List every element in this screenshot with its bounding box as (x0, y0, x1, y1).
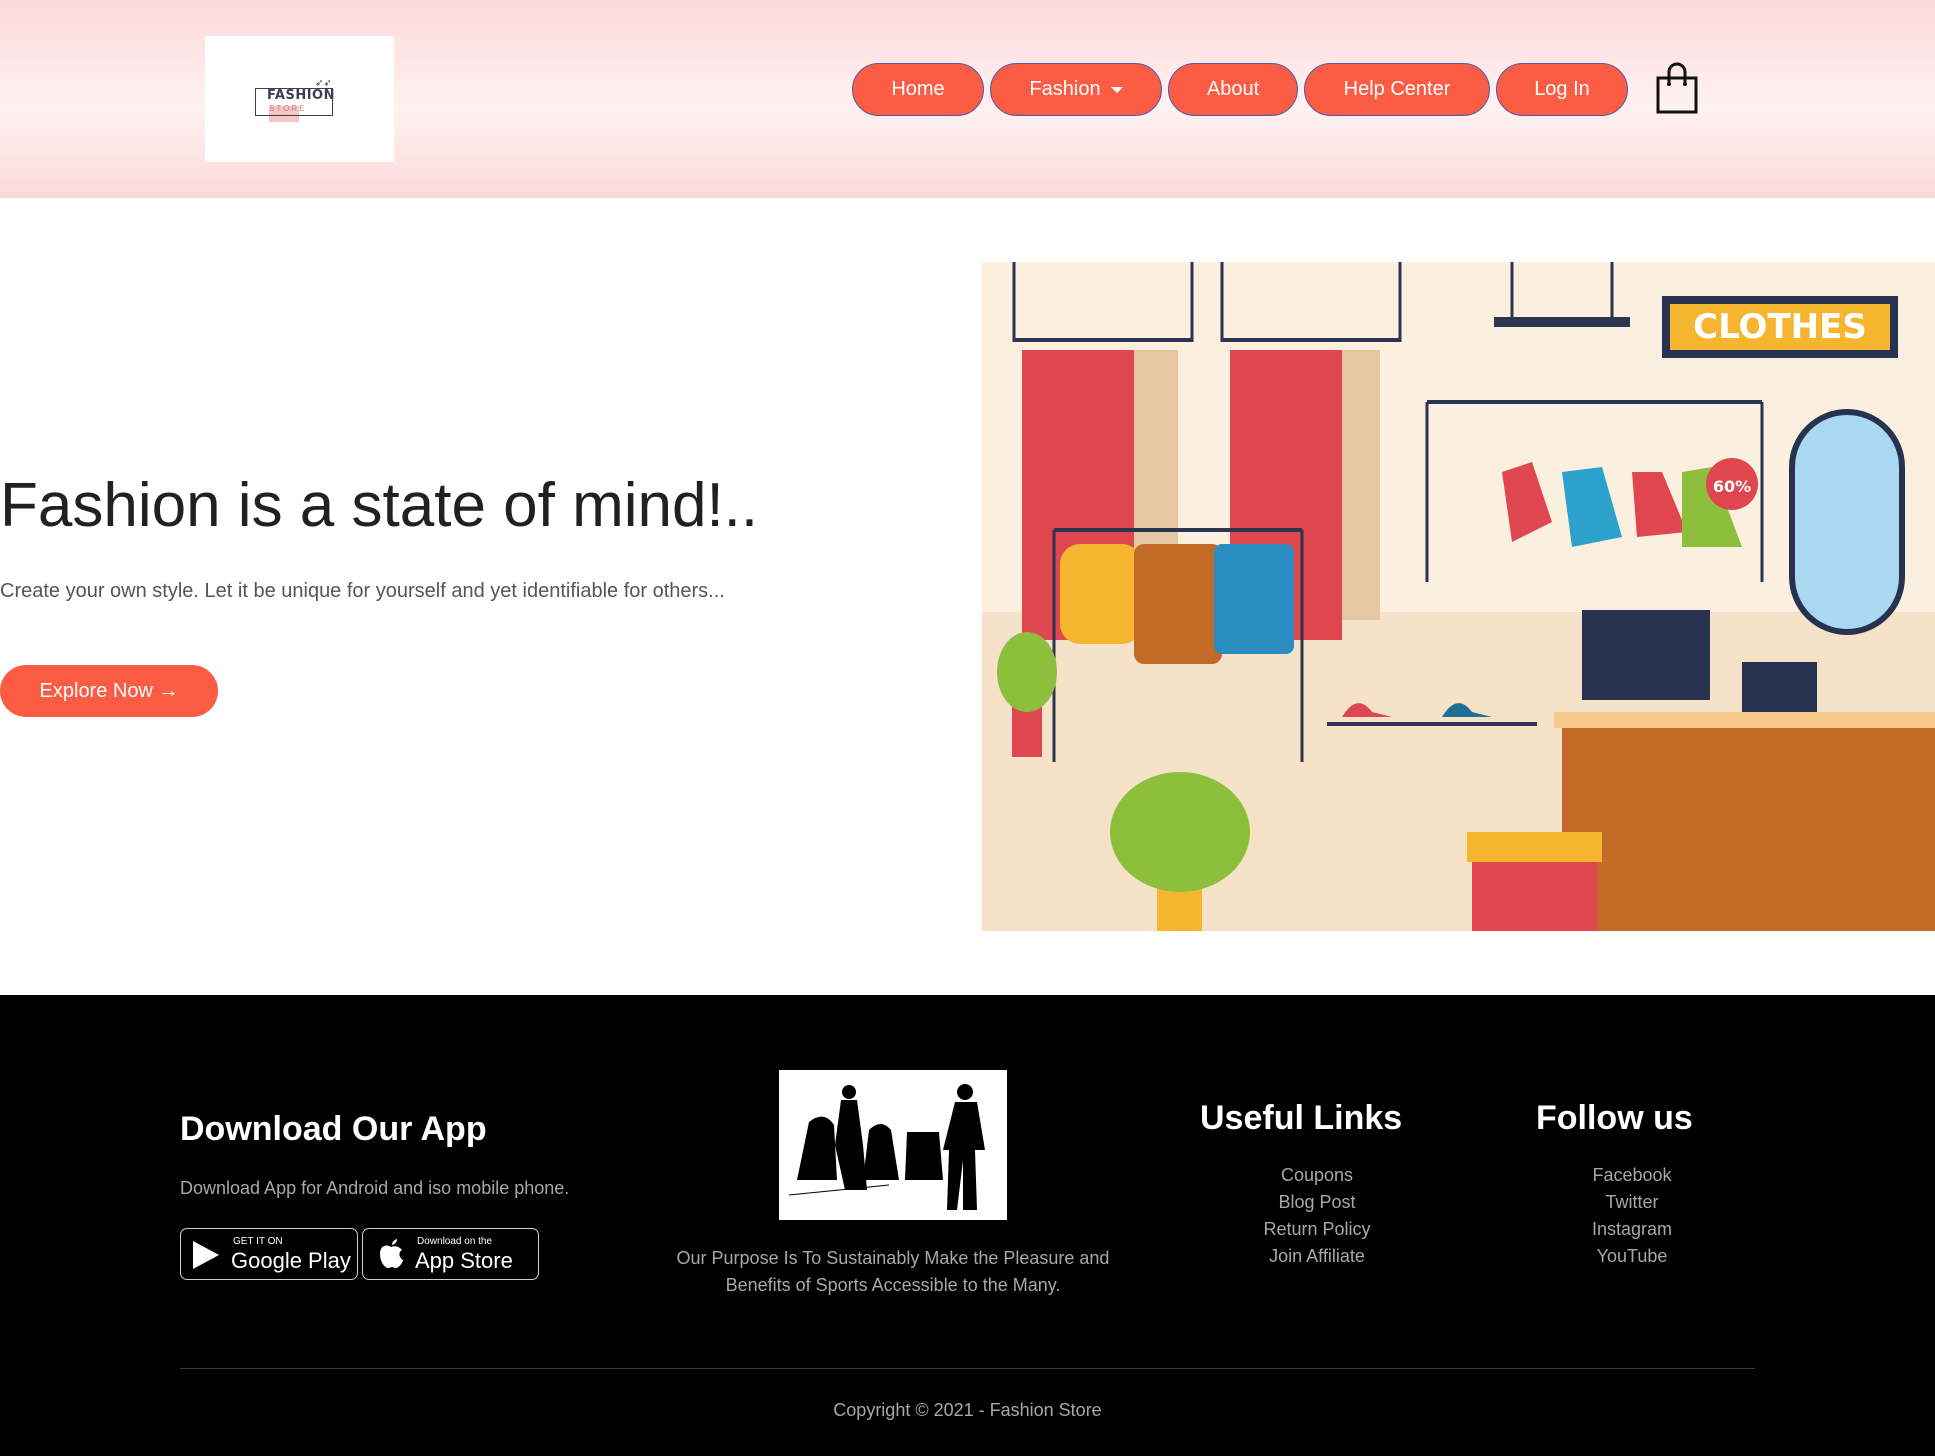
page: ➶➶ FASHION STORE Home Fashion About Help… (0, 0, 1935, 1456)
useful-link-blog-post[interactable]: Blog Post (1217, 1189, 1417, 1216)
nav-home-button[interactable]: Home (852, 63, 984, 116)
follow-us-title: Follow us (1536, 1099, 1693, 1137)
nav-login-button[interactable]: Log In (1496, 63, 1628, 116)
caret-down-icon (1110, 86, 1123, 93)
explore-now-label: Explore Now → (39, 679, 179, 702)
site-header: ➶➶ FASHION STORE Home Fashion About Help… (0, 0, 1935, 198)
explore-now-button[interactable]: Explore Now → (0, 665, 218, 717)
logo-title: FASHION (267, 88, 335, 103)
useful-link-join-affiliate[interactable]: Join Affiliate (1217, 1243, 1417, 1270)
logo-subtitle: STORE (269, 104, 307, 113)
main-nav: Home Fashion About Help Center Log In (852, 63, 1628, 116)
footer-divider (180, 1368, 1755, 1369)
purpose-text: Our Purpose Is To Sustainably Make the P… (676, 1248, 1110, 1295)
nav-help-label: Help Center (1343, 78, 1451, 100)
nav-home-label: Home (891, 78, 945, 100)
nav-help-center-button[interactable]: Help Center (1304, 63, 1490, 116)
useful-links-title: Useful Links (1200, 1099, 1403, 1137)
app-store-badge[interactable]: Download on the App Store (362, 1228, 539, 1280)
follow-link-twitter[interactable]: Twitter (1532, 1189, 1732, 1216)
google-play-badge[interactable]: GET IT ON Google Play (180, 1228, 358, 1280)
clothes-sign: CLOTHES (1693, 307, 1867, 347)
clothing-store-illustration: CLOTHES 60% (982, 262, 1935, 931)
download-app-text: Download App for Android and iso mobile … (180, 1178, 570, 1198)
useful-link-coupons[interactable]: Coupons (1217, 1162, 1417, 1189)
fashion-silhouette-image (779, 1070, 1007, 1220)
nav-login-label: Log In (1534, 78, 1590, 100)
follow-link-youtube[interactable]: YouTube (1532, 1243, 1732, 1270)
useful-link-return-policy[interactable]: Return Policy (1217, 1216, 1417, 1243)
site-logo[interactable]: ➶➶ FASHION STORE (205, 36, 394, 162)
shopping-bag-icon[interactable] (1654, 62, 1700, 116)
copyright-text: Copyright © 2021 - Fashion Store (833, 1400, 1102, 1420)
useful-links-list: Coupons Blog Post Return Policy Join Aff… (1217, 1162, 1417, 1270)
nav-about-button[interactable]: About (1168, 63, 1298, 116)
apple-icon (380, 1239, 403, 1268)
discount-badge: 60% (1713, 477, 1751, 496)
app-store-small-text: Download on the (417, 1236, 493, 1247)
google-play-icon (193, 1241, 219, 1269)
google-play-small-text: GET IT ON (233, 1236, 283, 1247)
hero-subtitle: Create your own style. Let it be unique … (0, 580, 725, 602)
google-play-big-text: Google Play (231, 1248, 351, 1273)
follow-us-list: Facebook Twitter Instagram YouTube (1532, 1162, 1732, 1270)
nav-fashion-label: Fashion (1029, 78, 1101, 100)
nav-fashion-dropdown[interactable]: Fashion (990, 63, 1162, 116)
hero-title: Fashion is a state of mind!.. (0, 471, 759, 540)
download-app-title: Download Our App (180, 1110, 487, 1148)
follow-link-facebook[interactable]: Facebook (1532, 1162, 1732, 1189)
nav-about-label: About (1206, 78, 1260, 100)
app-store-big-text: App Store (415, 1248, 513, 1273)
site-footer: Download Our App Download App for Androi… (0, 995, 1935, 1456)
logo-mark: ➶➶ FASHION STORE (255, 78, 341, 122)
follow-link-instagram[interactable]: Instagram (1532, 1216, 1732, 1243)
